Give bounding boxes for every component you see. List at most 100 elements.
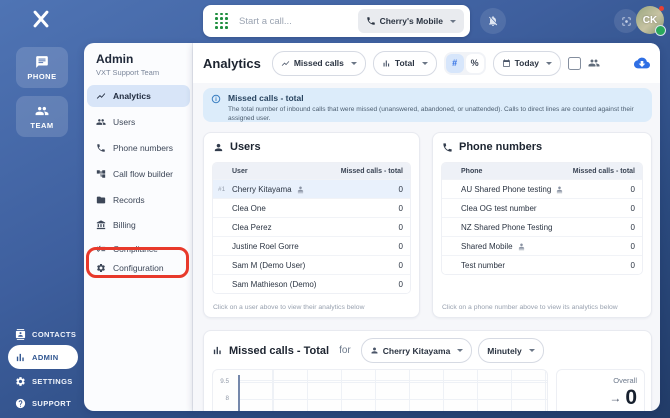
bar-chart-icon bbox=[212, 345, 223, 356]
chart-user-dropdown[interactable]: Cherry Kitayama bbox=[360, 338, 473, 363]
overall-value: 0 bbox=[625, 386, 637, 409]
sidebar-item-users[interactable]: Users bbox=[87, 111, 190, 133]
table-row[interactable]: Sam Mathieson (Demo) 0 bbox=[213, 274, 410, 293]
nav-admin-label: ADMIN bbox=[32, 352, 59, 362]
start-call-input[interactable] bbox=[237, 14, 358, 28]
chart-for-label: for bbox=[339, 345, 351, 356]
gear-icon bbox=[15, 376, 26, 387]
nav-phone-button[interactable]: PHONE bbox=[16, 47, 68, 88]
metric-dropdown[interactable]: Missed calls bbox=[271, 50, 366, 76]
nav-support-label: SUPPORT bbox=[32, 399, 72, 408]
nav-team-label: TEAM bbox=[30, 120, 54, 130]
notifications-muted-button[interactable] bbox=[480, 8, 506, 34]
users-panel-hint: Click on a user above to view their anal… bbox=[213, 304, 365, 311]
row-name: Justine Roel Gorre bbox=[232, 241, 299, 251]
table-row[interactable]: #1 Cherry Kitayama 0 bbox=[213, 179, 410, 198]
admin-sidebar: Admin VXT Support Team Analytics Users P… bbox=[84, 43, 193, 411]
aggregation-dropdown[interactable]: Total bbox=[372, 50, 437, 76]
row-value: 0 bbox=[630, 184, 635, 194]
compare-checkbox[interactable] bbox=[568, 56, 581, 70]
people-icon bbox=[588, 57, 600, 69]
phone-handset-icon bbox=[442, 142, 453, 153]
unit-toggle: # % bbox=[443, 51, 486, 75]
chevron-down-icon bbox=[350, 61, 357, 65]
device-selector-dropdown[interactable]: Cherry's Mobile bbox=[357, 9, 464, 33]
sidebar-item-configuration[interactable]: Configuration bbox=[87, 253, 190, 283]
table-header: User Missed calls - total bbox=[213, 163, 410, 179]
sidebar-title: Admin bbox=[96, 52, 134, 66]
sidebar-item-billing[interactable]: Billing bbox=[87, 214, 190, 236]
dialpad-icon bbox=[215, 12, 229, 30]
table-row[interactable]: Sam M (Demo User) 0 bbox=[213, 255, 410, 274]
unit-number-toggle[interactable]: # bbox=[445, 53, 464, 73]
phones-panel-hint: Click on a phone number above to view it… bbox=[442, 304, 618, 311]
sidebar-item-call-flow-builder[interactable]: Call flow builder bbox=[87, 163, 190, 185]
nav-settings[interactable]: SETTINGS bbox=[8, 372, 78, 391]
nav-team-button[interactable]: TEAM bbox=[16, 96, 68, 137]
bar-chart-icon bbox=[382, 59, 391, 68]
y-axis-tick: 9.5 bbox=[220, 378, 229, 385]
chevron-down-icon bbox=[450, 19, 456, 23]
banner-title: Missed calls - total bbox=[228, 93, 304, 103]
row-rank: #1 bbox=[218, 185, 226, 193]
user-avatar[interactable]: CK bbox=[636, 6, 666, 36]
row-name: Sam M (Demo User) bbox=[232, 260, 306, 270]
row-value: 0 bbox=[398, 279, 403, 289]
table-row[interactable]: Clea Perez 0 bbox=[213, 217, 410, 236]
banner-body: The total number of inbound calls that w… bbox=[228, 106, 634, 122]
table-row[interactable]: Justine Roel Gorre 0 bbox=[213, 236, 410, 255]
assigned-user-icon bbox=[555, 185, 564, 194]
y-axis-tick: 8 bbox=[225, 395, 229, 402]
row-value: 0 bbox=[630, 222, 635, 232]
page-title: Analytics bbox=[203, 55, 261, 71]
chart-interval-dropdown[interactable]: Minutely bbox=[478, 338, 544, 363]
table-row[interactable]: Shared Mobile 0 bbox=[442, 236, 642, 255]
users-panel-title: Users bbox=[213, 141, 261, 153]
sidebar-subtitle: VXT Support Team bbox=[96, 68, 160, 77]
row-value: 0 bbox=[398, 184, 403, 194]
bell-off-icon bbox=[487, 15, 499, 27]
calendar-icon bbox=[502, 58, 511, 68]
nav-contacts[interactable]: CONTACTS bbox=[8, 325, 78, 344]
nav-support[interactable]: SUPPORT bbox=[8, 394, 78, 413]
sidebar-item-analytics[interactable]: Analytics bbox=[87, 85, 190, 107]
row-name: NZ Shared Phone Testing bbox=[461, 222, 553, 232]
table-header: Phone Missed calls - total bbox=[442, 163, 642, 179]
row-name: Clea One bbox=[232, 203, 266, 213]
vxt-logo-icon bbox=[30, 8, 52, 30]
y-axis-line bbox=[238, 375, 240, 411]
start-call-box[interactable]: Cherry's Mobile bbox=[203, 5, 470, 37]
row-value: 0 bbox=[398, 260, 403, 270]
focus-mode-button[interactable] bbox=[614, 9, 638, 33]
person-icon bbox=[213, 142, 224, 153]
sidebar-item-phone-numbers[interactable]: Phone numbers bbox=[87, 137, 190, 159]
phone-numbers-panel: Phone numbers Phone Missed calls - total… bbox=[432, 132, 652, 318]
chevron-down-icon bbox=[546, 61, 552, 65]
phones-panel-title: Phone numbers bbox=[442, 141, 542, 153]
row-value: 0 bbox=[398, 241, 403, 251]
users-table: User Missed calls - total #1 Cherry Kita… bbox=[212, 162, 411, 294]
chart-header: Missed calls - Total for Cherry Kitayama… bbox=[212, 338, 642, 363]
nav-contacts-label: CONTACTS bbox=[32, 330, 77, 339]
table-row[interactable]: Clea OG test number 0 bbox=[442, 198, 642, 217]
bank-icon bbox=[96, 220, 106, 230]
online-status-dot bbox=[655, 25, 666, 36]
phones-table: Phone Missed calls - total AU Shared Pho… bbox=[441, 162, 643, 275]
cloud-download-button[interactable] bbox=[634, 55, 650, 71]
date-range-dropdown[interactable]: Today bbox=[492, 50, 561, 76]
row-value: 0 bbox=[398, 222, 403, 232]
table-row[interactable]: Test number 0 bbox=[442, 255, 642, 274]
table-row[interactable]: Clea One 0 bbox=[213, 198, 410, 217]
nav-settings-label: SETTINGS bbox=[32, 377, 73, 386]
unit-percent-toggle[interactable]: % bbox=[465, 53, 484, 73]
sidebar-item-records[interactable]: Records bbox=[87, 189, 190, 211]
table-row[interactable]: AU Shared Phone testing 0 bbox=[442, 179, 642, 198]
nav-phone-label: PHONE bbox=[27, 71, 57, 81]
nav-admin[interactable]: ADMIN bbox=[8, 345, 78, 369]
table-row[interactable]: NZ Shared Phone Testing 0 bbox=[442, 217, 642, 236]
line-chart-icon bbox=[96, 91, 106, 101]
person-icon bbox=[370, 346, 379, 355]
users-panel: Users User Missed calls - total #1 Cherr… bbox=[203, 132, 420, 318]
info-banner: Missed calls - total The total number of… bbox=[203, 88, 652, 122]
overall-summary-card: Overall → 0 bbox=[556, 369, 645, 411]
